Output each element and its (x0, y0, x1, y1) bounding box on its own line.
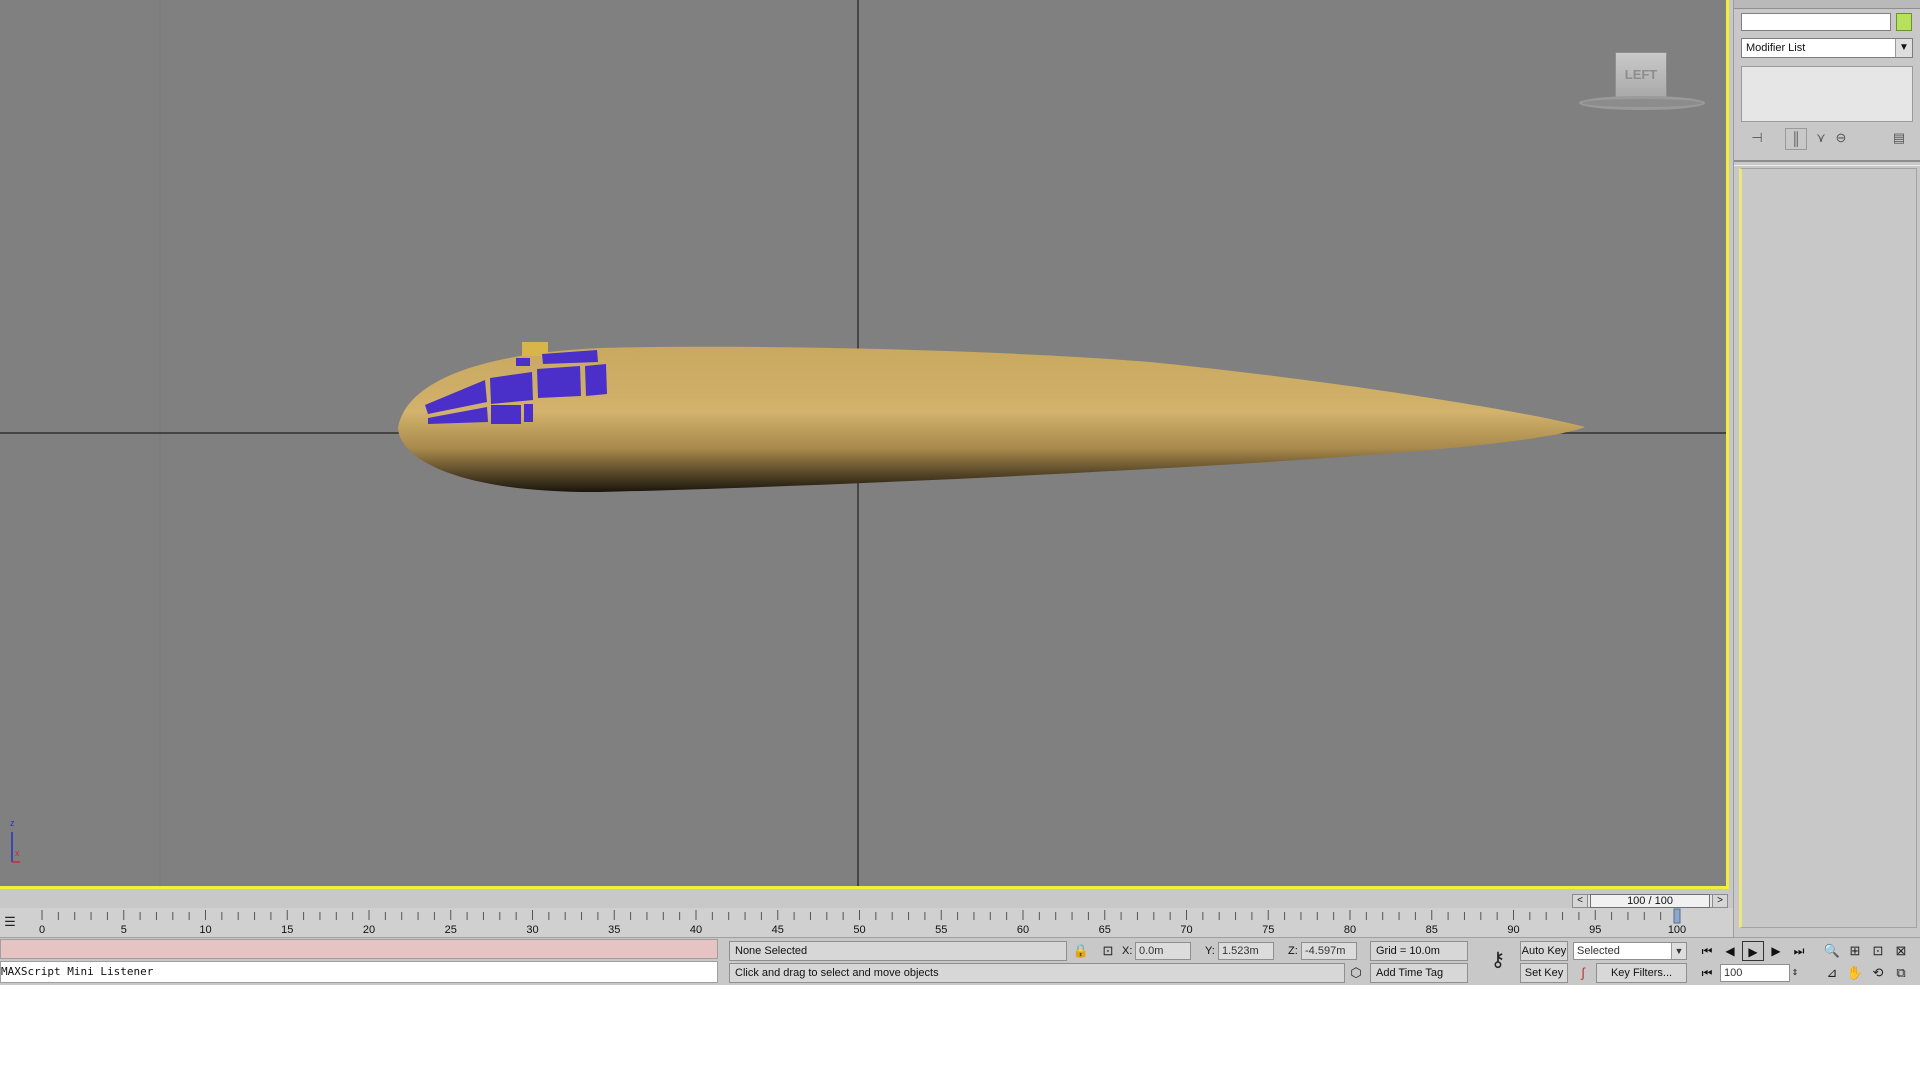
window-pane (537, 366, 581, 398)
trackbar-tick-label: 60 (1017, 924, 1029, 936)
next-frame-button[interactable]: > (1712, 894, 1728, 908)
window-pane (491, 405, 521, 424)
trackbar-tick-label: 45 (772, 924, 784, 936)
time-tag-icon[interactable]: ⬡ (1346, 963, 1366, 983)
set-key-button[interactable]: Set Key (1520, 963, 1568, 983)
trackbar-tick-label: 40 (690, 924, 702, 936)
viewcube[interactable]: LEFT (1575, 48, 1705, 118)
zoom-extents-icon[interactable]: ⊡ (1868, 941, 1888, 961)
zoom-all-icon[interactable]: ⊞ (1845, 941, 1865, 961)
play-animation-icon[interactable]: ▶ (1742, 941, 1764, 961)
stack-toolbar: ⊣ ║ ⋎ ⊖ ▤ (1741, 128, 1913, 150)
trackbar-tick-label: 65 (1099, 924, 1111, 936)
current-frame-marker[interactable] (1673, 908, 1681, 924)
viewcube-face-left[interactable]: LEFT (1615, 52, 1667, 98)
go-to-start-icon[interactable]: ⏮ (1696, 941, 1718, 961)
y-coordinate-field[interactable]: 1.523m (1218, 942, 1274, 960)
show-end-result-icon[interactable]: ║ (1785, 128, 1807, 150)
maxscript-listener-output[interactable] (0, 939, 718, 959)
trackbar-tick-label: 95 (1589, 924, 1601, 936)
trackbar-tick-label: 100 (1668, 924, 1686, 936)
lock-selection-icon[interactable]: 🔒 (1071, 941, 1091, 961)
window-pane (516, 358, 530, 366)
viewcube-compass-ring[interactable] (1579, 96, 1705, 110)
next-frame-icon[interactable]: ▶ (1765, 941, 1787, 961)
trackbar-tick-label: 0 (39, 924, 45, 936)
zoom-icon[interactable]: 🔍 (1822, 941, 1842, 961)
trackbar-tick-label: 10 (199, 924, 211, 936)
default-in-out-tangents-icon[interactable]: ∫ (1573, 963, 1593, 983)
viewport-scene (0, 0, 1726, 886)
configure-modifier-sets-icon[interactable]: ▤ (1889, 128, 1909, 148)
orbit-icon[interactable]: ⟲ (1868, 963, 1888, 983)
trackbar-tick-label: 55 (935, 924, 947, 936)
maxscript-mini-listener[interactable]: MAXScript Mini Listener (0, 961, 718, 983)
set-key-icon[interactable]: ⚷ (1484, 950, 1512, 970)
previous-frame-icon[interactable]: ◀ (1719, 941, 1741, 961)
z-coordinate-field[interactable]: -4.597m (1301, 942, 1357, 960)
x-label: X: (1122, 945, 1133, 957)
zoom-extents-all-icon[interactable]: ⊠ (1891, 941, 1911, 961)
chevron-down-icon[interactable]: ▼ (1671, 943, 1686, 959)
key-filters-button[interactable]: Key Filters... (1596, 963, 1687, 983)
axis-z-label: z (10, 818, 15, 828)
selection-status: None Selected (729, 941, 1067, 961)
trackbar-tick-label: 85 (1426, 924, 1438, 936)
go-to-end-icon[interactable]: ⏭ (1788, 941, 1810, 961)
status-bar: MAXScript Mini Listener None Selected 🔒 … (0, 937, 1920, 985)
key-mode-toggle-icon[interactable]: ⏮ (1696, 963, 1718, 983)
trackbar-tick-label: 30 (526, 924, 538, 936)
add-time-tag-button[interactable]: Add Time Tag (1370, 963, 1468, 983)
maximize-viewport-icon[interactable]: ⧉ (1891, 963, 1911, 983)
make-unique-icon[interactable]: ⋎ (1811, 128, 1831, 148)
divider (1734, 160, 1920, 166)
command-panel: Modifier List ▼ ⊣ ║ ⋎ ⊖ ▤ (1733, 0, 1920, 985)
object-name-field[interactable] (1741, 13, 1891, 31)
key-mode-dropdown[interactable]: Selected ▼ (1573, 942, 1687, 960)
trackbar-tick-label: 90 (1507, 924, 1519, 936)
field-of-view-icon[interactable]: ⊿ (1822, 963, 1842, 983)
grid-size-display: Grid = 10.0m (1370, 941, 1468, 961)
trackbar-tick-label: 20 (363, 924, 375, 936)
prompt-line: Click and drag to select and move object… (729, 963, 1345, 983)
trackbar-ruler: 0 5 10 15 20 25 30 35 40 45 50 55 60 65 70 75 80 85 90 95 10… (39, 908, 1686, 936)
absolute-mode-icon[interactable]: ⊡ (1098, 941, 1118, 961)
x-coordinate-field[interactable]: 0.0m (1135, 942, 1191, 960)
object-color-swatch[interactable] (1896, 13, 1912, 31)
trackbar[interactable]: 0 5 10 15 20 25 30 35 40 45 50 55 60 65 70 75 80 85 90 95 10… (0, 908, 1733, 938)
axis-x-label: x (15, 848, 20, 858)
pan-view-icon[interactable]: ✋ (1845, 963, 1865, 983)
trackbar-tick-label: 25 (445, 924, 457, 936)
chevron-down-icon[interactable]: ▼ (1895, 39, 1912, 57)
previous-frame-button[interactable]: < (1572, 894, 1588, 908)
3dsmax-window: LEFT z x Modifier List ▼ ⊣ ║ ⋎ ⊖ ▤ < 100… (0, 0, 1920, 985)
trackbar-tick-label: 15 (281, 924, 293, 936)
modifier-stack[interactable] (1741, 66, 1913, 122)
key-mode-value: Selected (1577, 945, 1620, 957)
auto-key-button[interactable]: Auto Key (1520, 941, 1568, 961)
time-slider-thumb[interactable]: 100 / 100 (1590, 894, 1710, 908)
trackbar-tick-label: 35 (608, 924, 620, 936)
trackbar-tick-label: 50 (853, 924, 865, 936)
y-label: Y: (1205, 945, 1215, 957)
axis-tripod-icon: z x (6, 818, 26, 864)
remove-modifier-icon[interactable]: ⊖ (1831, 128, 1851, 148)
trackbar-tick-label: 5 (121, 924, 127, 936)
current-frame-field[interactable]: 100 (1720, 964, 1790, 982)
left-viewport[interactable]: LEFT z x (0, 0, 1729, 889)
window-pane (585, 364, 607, 396)
trackbar-tick-label: 70 (1180, 924, 1192, 936)
trackbar-tick-label: 80 (1344, 924, 1356, 936)
pin-stack-icon[interactable]: ⊣ (1747, 128, 1767, 148)
z-label: Z: (1288, 945, 1298, 957)
frame-spinner-icon[interactable]: ⇕ (1790, 963, 1800, 983)
modifier-list-dropdown[interactable]: Modifier List ▼ (1741, 38, 1913, 58)
trackbar-tick-label: 75 (1262, 924, 1274, 936)
command-panel-tabs[interactable] (1734, 0, 1920, 9)
open-mini-curve-editor-icon[interactable]: ☰ (0, 912, 20, 932)
modifier-list-label: Modifier List (1746, 42, 1806, 54)
window-pane (524, 404, 533, 422)
rollout-area[interactable] (1739, 168, 1917, 928)
